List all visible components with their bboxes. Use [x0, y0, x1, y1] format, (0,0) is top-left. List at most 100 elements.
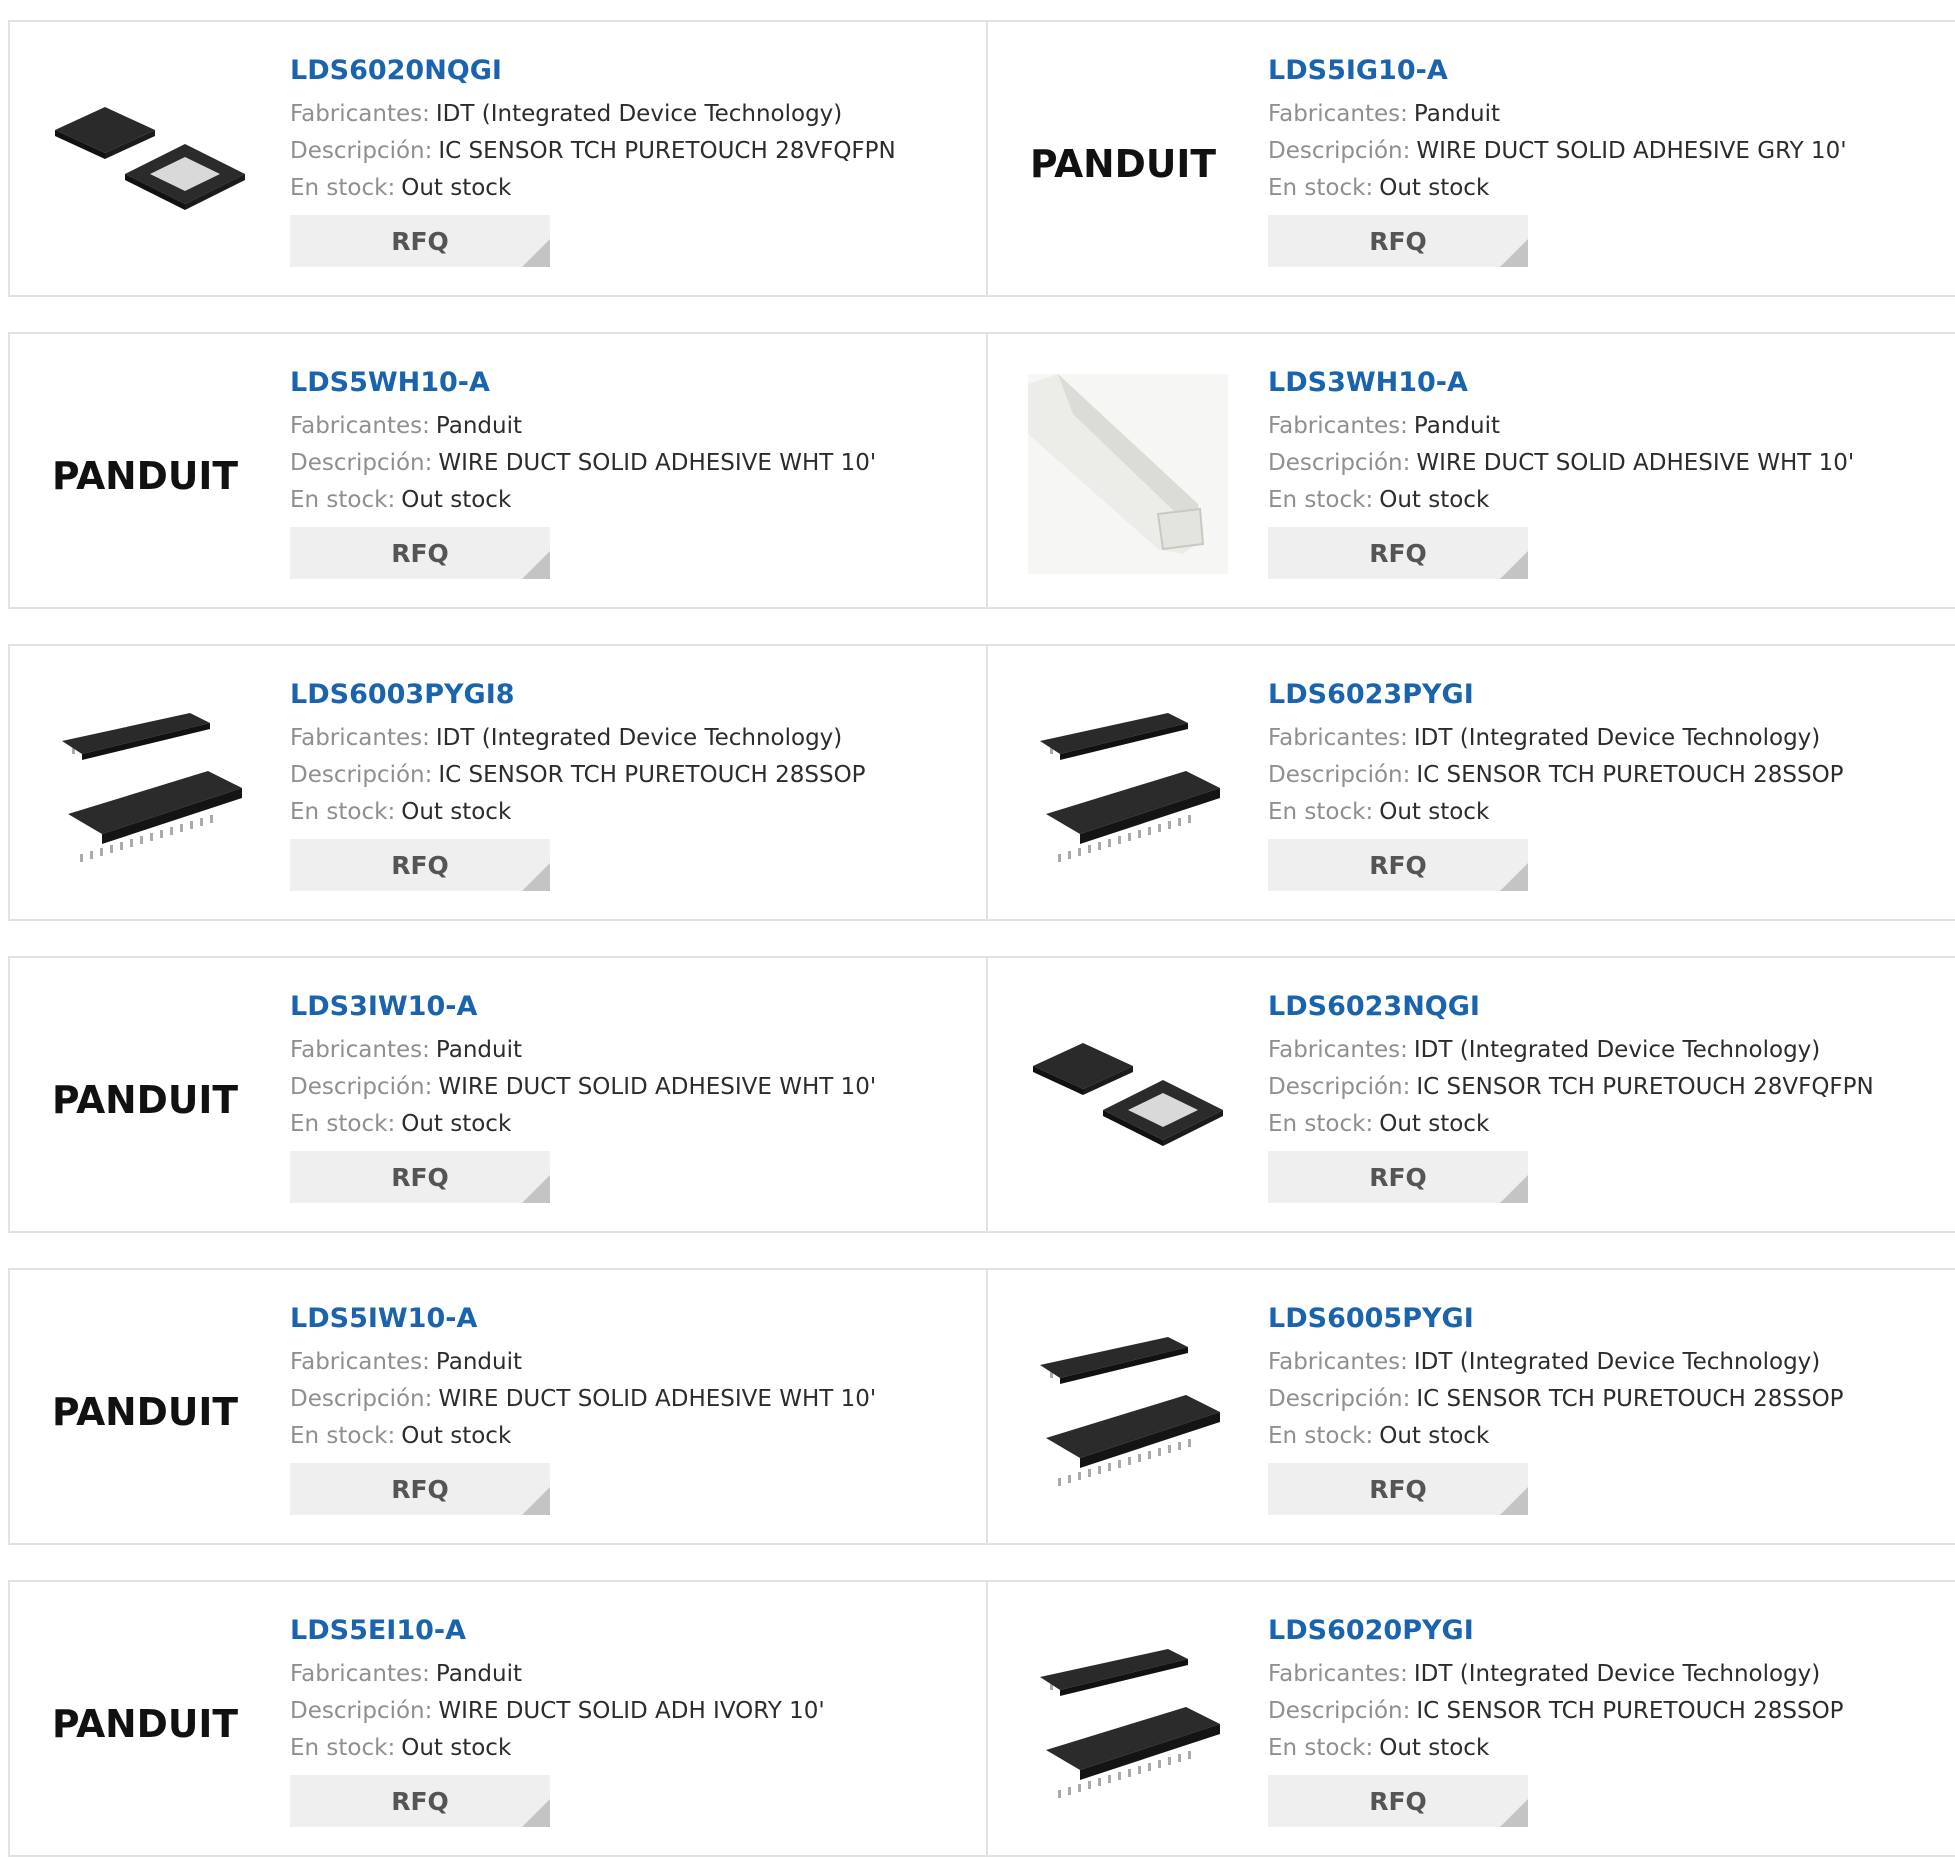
manufacturer-row: Fabricantes: Panduit: [290, 1032, 976, 1069]
rfq-label: RFQ: [391, 1474, 449, 1504]
manufacturer-value: Panduit: [435, 1037, 522, 1063]
rfq-button[interactable]: RFQ: [1268, 1775, 1528, 1827]
corner-decoration: [522, 551, 550, 579]
part-number-link[interactable]: LDS6005PYGI: [1268, 1298, 1949, 1340]
svg-text:PANDUIT: PANDUIT: [52, 454, 238, 498]
ssop-chip-icon[interactable]: [50, 686, 250, 886]
stock-label: En stock:: [1268, 1111, 1374, 1137]
product-card: LDS6003PYGI8 Fabricantes: IDT (Integrated…: [8, 644, 988, 921]
panduit-logo[interactable]: PANDUIT: [50, 374, 250, 574]
product-card: LDS6020NQGI Fabricantes: IDT (Integrated …: [8, 20, 988, 297]
product-card: LDS6023PYGI Fabricantes: IDT (Integrated …: [986, 644, 1955, 921]
description-label: Descripción:: [290, 1074, 433, 1100]
rfq-button[interactable]: RFQ: [290, 527, 550, 579]
panduit-logo[interactable]: PANDUIT: [50, 1622, 250, 1822]
rfq-button[interactable]: RFQ: [1268, 839, 1528, 891]
rfq-button[interactable]: RFQ: [290, 839, 550, 891]
rfq-label: RFQ: [1369, 538, 1427, 568]
corner-decoration: [522, 863, 550, 891]
corner-decoration: [1500, 239, 1528, 267]
manufacturer-label: Fabricantes:: [290, 101, 430, 127]
corner-decoration: [522, 1487, 550, 1515]
stock-row: En stock: Out stock: [1268, 170, 1949, 207]
panduit-logo[interactable]: PANDUIT: [50, 1310, 250, 1510]
manufacturer-label: Fabricantes:: [1268, 101, 1408, 127]
svg-text:PANDUIT: PANDUIT: [52, 1078, 238, 1122]
product-info: LDS5WH10-A Fabricantes: Panduit Descripci…: [290, 362, 976, 579]
part-number-link[interactable]: LDS6020NQGI: [290, 50, 976, 92]
description-value: WIRE DUCT SOLID ADHESIVE GRY 10': [1416, 138, 1847, 164]
part-number-link[interactable]: LDS3IW10-A: [290, 986, 976, 1028]
rfq-button[interactable]: RFQ: [1268, 215, 1528, 267]
description-row: Descripción: WIRE DUCT SOLID ADHESIVE GRY…: [1268, 133, 1949, 170]
rfq-button[interactable]: RFQ: [290, 1463, 550, 1515]
corner-decoration: [1500, 1487, 1528, 1515]
stock-value: Out stock: [401, 1423, 512, 1449]
product-info: LDS5IW10-A Fabricantes: Panduit Descripci…: [290, 1298, 976, 1515]
description-label: Descripción:: [290, 1698, 433, 1724]
ssop-chip-icon[interactable]: [1028, 686, 1228, 886]
description-row: Descripción: WIRE DUCT SOLID ADH IVORY 10…: [290, 1693, 976, 1730]
rfq-label: RFQ: [391, 850, 449, 880]
product-card: PANDUIT LDS3IW10-A Fabricantes: Panduit D…: [8, 956, 988, 1233]
stock-value: Out stock: [401, 1111, 512, 1137]
stock-value: Out stock: [401, 1735, 512, 1761]
product-card: PANDUIT LDS5EI10-A Fabricantes: Panduit D…: [8, 1580, 988, 1857]
description-row: Descripción: IC SENSOR TCH PURETOUCH 28SS…: [290, 757, 976, 794]
part-number-link[interactable]: LDS6023PYGI: [1268, 674, 1949, 716]
part-number-link[interactable]: LDS5IW10-A: [290, 1298, 976, 1340]
part-number-link[interactable]: LDS6023NQGI: [1268, 986, 1949, 1028]
corner-decoration: [1500, 863, 1528, 891]
manufacturer-row: Fabricantes: IDT (Integrated Device Techn…: [1268, 1344, 1949, 1381]
rfq-button[interactable]: RFQ: [290, 1151, 550, 1203]
manufacturer-value: IDT (Integrated Device Technology): [435, 725, 843, 751]
stock-row: En stock: Out stock: [1268, 1730, 1949, 1767]
rfq-button[interactable]: RFQ: [1268, 1151, 1528, 1203]
manufacturer-row: Fabricantes: IDT (Integrated Device Techn…: [290, 96, 976, 133]
manufacturer-value: IDT (Integrated Device Technology): [435, 101, 843, 127]
part-number-link[interactable]: LDS6003PYGI8: [290, 674, 976, 716]
wire-duct-icon[interactable]: [1028, 374, 1228, 574]
ssop-chip-icon[interactable]: [1028, 1622, 1228, 1822]
panduit-logo[interactable]: PANDUIT: [1028, 62, 1228, 262]
stock-row: En stock: Out stock: [290, 482, 976, 519]
manufacturer-label: Fabricantes:: [1268, 1349, 1408, 1375]
manufacturer-label: Fabricantes:: [290, 725, 430, 751]
qfn-chip-icon[interactable]: [50, 62, 250, 262]
part-number-link[interactable]: LDS6020PYGI: [1268, 1610, 1949, 1652]
product-grid: LDS6020NQGI Fabricantes: IDT (Integrated …: [0, 0, 1955, 1857]
part-number-link[interactable]: LDS5WH10-A: [290, 362, 976, 404]
stock-value: Out stock: [1379, 175, 1490, 201]
manufacturer-label: Fabricantes:: [1268, 1037, 1408, 1063]
svg-text:PANDUIT: PANDUIT: [1030, 142, 1216, 186]
rfq-button[interactable]: RFQ: [1268, 1463, 1528, 1515]
product-info: LDS5EI10-A Fabricantes: Panduit Descripci…: [290, 1610, 976, 1827]
stock-label: En stock:: [1268, 487, 1374, 513]
panduit-logo[interactable]: PANDUIT: [50, 998, 250, 1198]
rfq-button[interactable]: RFQ: [1268, 527, 1528, 579]
part-number-link[interactable]: LDS5IG10-A: [1268, 50, 1949, 92]
stock-label: En stock:: [1268, 175, 1374, 201]
ssop-chip-icon[interactable]: [1028, 1310, 1228, 1510]
product-info: LDS6020PYGI Fabricantes: IDT (Integrated …: [1268, 1610, 1949, 1827]
qfn-chip-icon[interactable]: [1028, 998, 1228, 1198]
manufacturer-label: Fabricantes:: [290, 1661, 430, 1687]
description-row: Descripción: IC SENSOR TCH PURETOUCH 28VF…: [290, 133, 976, 170]
stock-label: En stock:: [290, 1423, 396, 1449]
stock-row: En stock: Out stock: [290, 1418, 976, 1455]
part-number-link[interactable]: LDS5EI10-A: [290, 1610, 976, 1652]
rfq-button[interactable]: RFQ: [290, 1775, 550, 1827]
part-number-link[interactable]: LDS3WH10-A: [1268, 362, 1949, 404]
stock-value: Out stock: [1379, 487, 1490, 513]
manufacturer-label: Fabricantes:: [1268, 725, 1408, 751]
manufacturer-value: IDT (Integrated Device Technology): [1413, 725, 1821, 751]
product-info: LDS6005PYGI Fabricantes: IDT (Integrated …: [1268, 1298, 1949, 1515]
stock-row: En stock: Out stock: [290, 794, 976, 831]
manufacturer-value: Panduit: [1413, 101, 1500, 127]
product-card: PANDUIT LDS5IG10-A Fabricantes: Panduit D…: [986, 20, 1955, 297]
manufacturer-row: Fabricantes: Panduit: [290, 408, 976, 445]
description-value: IC SENSOR TCH PURETOUCH 28SSOP: [1416, 762, 1844, 788]
rfq-button[interactable]: RFQ: [290, 215, 550, 267]
product-info: LDS6023NQGI Fabricantes: IDT (Integrated …: [1268, 986, 1949, 1203]
svg-text:PANDUIT: PANDUIT: [52, 1390, 238, 1434]
